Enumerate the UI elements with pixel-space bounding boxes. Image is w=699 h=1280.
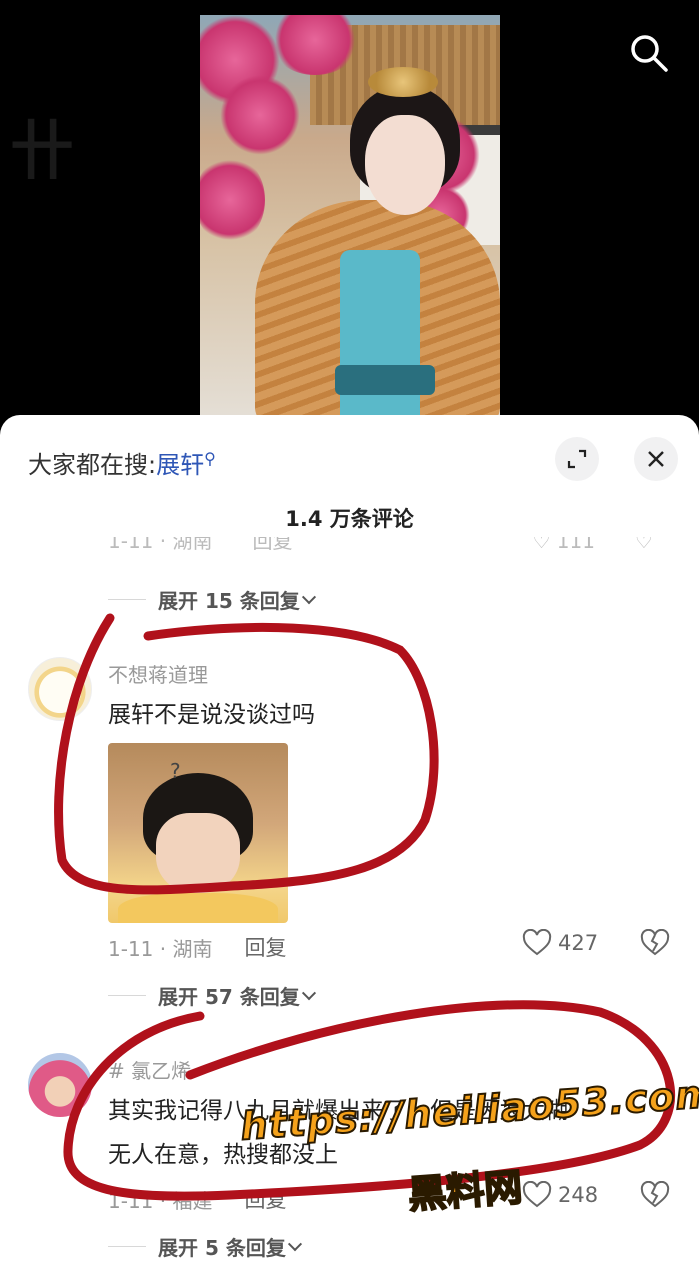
comment-username[interactable]: 不想蒋道理 xyxy=(108,659,208,688)
video-frame[interactable] xyxy=(200,15,500,425)
search-icon[interactable] xyxy=(628,32,670,74)
avatar[interactable] xyxy=(28,657,92,721)
expand-replies-label: 展开 5 条回复 xyxy=(158,1236,286,1260)
small-search-icon: ⚲ xyxy=(204,449,216,468)
expand-replies-label: 展开 57 条回复 xyxy=(158,985,300,1009)
video-logo-icon: 卄 xyxy=(10,115,74,189)
search-suggestion-prefix: 大家都在搜: xyxy=(28,451,157,479)
expand-replies-button[interactable]: 展开 5 条回复 xyxy=(108,1232,302,1261)
search-suggestion-keyword[interactable]: 展轩 xyxy=(156,451,204,479)
like-count: 427 xyxy=(558,931,599,955)
comment-meta: 1-11 · 湖南 回复 xyxy=(108,932,286,962)
comment-text: 展轩不是说没谈过吗 xyxy=(108,702,315,728)
expand-button[interactable] xyxy=(555,437,599,481)
expand-icon xyxy=(567,449,587,469)
broken-heart-icon xyxy=(640,928,670,956)
watermark-name: 黑料网 xyxy=(406,1164,525,1218)
comment-meta: 1-11 · 福建 回复 xyxy=(108,1184,286,1214)
close-icon xyxy=(648,451,664,467)
comment-count-title: 1.4 万条评论 xyxy=(285,507,414,531)
video-person xyxy=(255,67,500,425)
expand-replies-button[interactable]: 展开 57 条回复 xyxy=(108,981,316,1010)
heart-icon xyxy=(522,929,552,956)
dislike-button[interactable] xyxy=(640,1180,670,1213)
chevron-down-icon xyxy=(287,1236,302,1251)
expand-replies-label: 展开 15 条回复 xyxy=(158,589,300,613)
previous-comment-meta: 1-11 · 湖南 回复 ♡ 111 ♡ xyxy=(108,537,653,553)
comment-sheet: 大家都在搜:展轩⚲ 1.4 万条评论 1-11 · 湖南 回复 ♡ 111 ♡ … xyxy=(0,415,699,1280)
chevron-down-icon xyxy=(301,985,316,1000)
comment-date-location: 1-11 · 湖南 xyxy=(108,936,213,961)
chevron-down-icon xyxy=(301,589,316,604)
heart-icon xyxy=(522,1181,552,1208)
comment-username[interactable]: # 氯乙烯 xyxy=(108,1055,191,1084)
comment-image[interactable]: ? xyxy=(108,743,288,923)
reply-button[interactable]: 回复 xyxy=(244,1184,286,1214)
like-button[interactable]: 427 xyxy=(522,929,598,957)
close-button[interactable] xyxy=(634,437,678,481)
dislike-button[interactable] xyxy=(640,928,670,961)
question-mark-icon: ? xyxy=(170,759,181,783)
broken-heart-icon xyxy=(640,1180,670,1208)
comment-date-location: 1-11 · 福建 xyxy=(108,1188,213,1213)
video-player[interactable]: 卄 xyxy=(0,0,699,430)
reply-button[interactable]: 回复 xyxy=(244,932,286,962)
expand-replies-button[interactable]: 展开 15 条回复 xyxy=(108,585,316,614)
search-suggestion[interactable]: 大家都在搜:展轩⚲ xyxy=(28,445,216,480)
like-button[interactable]: 248 xyxy=(522,1181,598,1209)
like-count: 248 xyxy=(558,1183,599,1207)
avatar[interactable] xyxy=(28,1053,92,1117)
